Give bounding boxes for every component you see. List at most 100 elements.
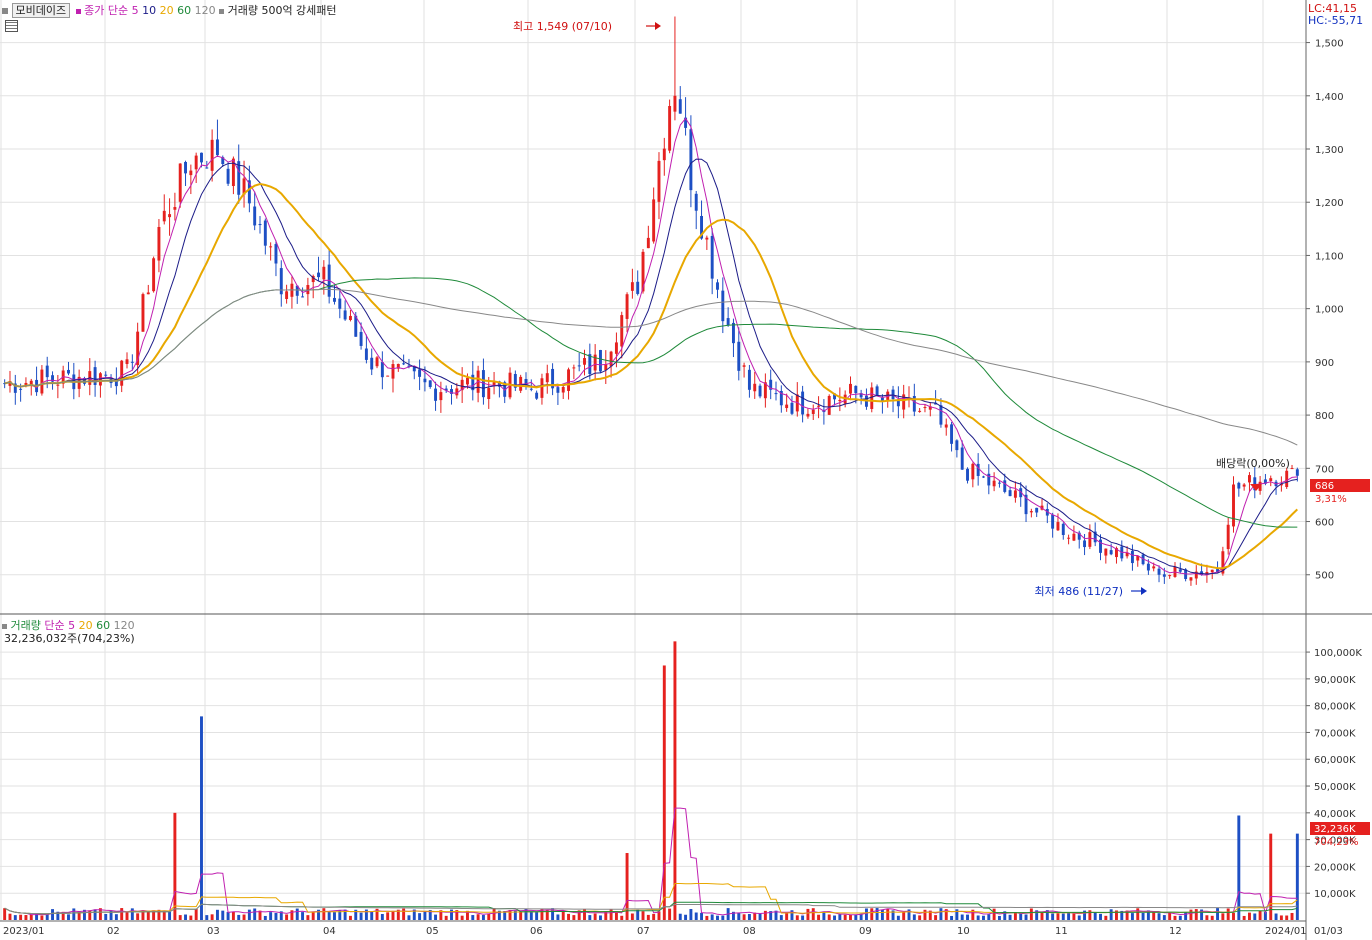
candle-body [391, 364, 395, 379]
candle-body [1072, 533, 1076, 541]
candle-body [838, 399, 842, 402]
volume-bar [247, 909, 251, 920]
volume-bar [178, 915, 182, 920]
volume-bar [189, 915, 193, 920]
x-tick-label: 11 [1055, 926, 1068, 937]
volume-bar [1189, 909, 1193, 920]
volume-tick-label: 20,000K [1314, 862, 1356, 873]
candle-body [561, 387, 565, 393]
candle-body [40, 369, 44, 394]
candle-body [317, 272, 320, 278]
volume-bar [1290, 912, 1294, 920]
candle-body [545, 373, 549, 383]
candle-body [215, 139, 219, 156]
candle-body [1290, 468, 1294, 470]
menu-square-icon[interactable] [2, 8, 8, 14]
x-tick-label: 09 [859, 926, 872, 937]
volume-bar [705, 915, 709, 920]
candle-body [742, 365, 746, 367]
hc-label: HC:-55,71 [1308, 14, 1363, 27]
price-tag-change: 3,31% [1315, 494, 1347, 505]
volume-bar [694, 912, 698, 920]
volume-bar [418, 913, 422, 920]
volume-bar [173, 812, 177, 920]
volume-bar [811, 908, 815, 920]
candle-body [253, 206, 257, 226]
candle-body [56, 384, 60, 386]
price-tick-label: 1,300 [1315, 145, 1344, 156]
volume-bar [992, 908, 996, 920]
volume-bar [327, 911, 331, 920]
volume-bar [1178, 915, 1182, 920]
candle-body [923, 407, 927, 409]
volume-bar [1157, 913, 1161, 920]
candle-body [104, 374, 108, 376]
candle-body [992, 480, 996, 487]
volume-bar [1056, 913, 1060, 920]
volume-bar [114, 914, 118, 920]
volume-bar [285, 914, 289, 920]
candle-body [747, 369, 751, 390]
candle-body [301, 296, 305, 298]
candle-body [609, 351, 613, 367]
volume-bar [785, 913, 789, 920]
candle-body [620, 315, 624, 347]
volume-bar [205, 915, 209, 920]
volume-bar [1136, 908, 1140, 920]
volume-bar [306, 915, 310, 920]
volume-bar [652, 913, 656, 920]
candle-body [1226, 524, 1230, 550]
volume-bar [1104, 915, 1108, 920]
x-tick-label: 10 [957, 926, 970, 937]
candle-body [168, 214, 172, 218]
candle-body [1051, 514, 1055, 529]
volume-bar [795, 915, 799, 920]
volume-bar [843, 914, 847, 920]
volume-bar [1141, 912, 1145, 920]
candle-body [162, 210, 166, 222]
stock-name[interactable]: 모비데이즈 [11, 3, 71, 18]
candle-body [1162, 574, 1166, 577]
volume-bar [210, 914, 214, 920]
volume-bar [1088, 910, 1092, 920]
x-tick-label: 04 [323, 926, 336, 937]
volume-bar [1162, 915, 1166, 920]
volume-bar [1019, 913, 1023, 920]
volume-bar [747, 914, 751, 920]
candle-body [1237, 482, 1241, 489]
candle-body [434, 388, 438, 401]
candle-body [173, 207, 177, 210]
table-icon[interactable] [5, 20, 18, 32]
volume-bar [758, 913, 762, 920]
candle-body [226, 168, 230, 184]
volume-bar [200, 716, 203, 920]
volume-bar [960, 914, 964, 920]
volume-bar [93, 909, 97, 920]
candle-body [737, 341, 741, 371]
candle-body [966, 468, 969, 481]
volume-bar [1152, 912, 1156, 920]
volume-bar [918, 915, 922, 920]
candle-body [1189, 577, 1193, 581]
volume-bar [1248, 912, 1251, 920]
volume-bar [19, 914, 23, 920]
candle-body [817, 405, 821, 407]
volume-bar [519, 911, 523, 920]
candle-body [418, 369, 422, 377]
volume-bar [668, 908, 672, 920]
candle-body [652, 199, 656, 242]
volume-bar [301, 912, 305, 920]
pattern-square-icon [219, 8, 225, 14]
volume-bar [849, 914, 852, 920]
volume-bar [1093, 912, 1097, 920]
volume-bar [1109, 909, 1113, 920]
volume-bar [40, 915, 44, 920]
candle-body [960, 447, 964, 470]
volume-bar [1205, 915, 1209, 920]
candle-body [790, 402, 794, 414]
candle-body [1168, 575, 1172, 577]
volume-bar [854, 914, 858, 920]
price-tick-label: 900 [1315, 358, 1334, 369]
candle-body [1067, 537, 1071, 539]
volume-bar [593, 913, 597, 920]
